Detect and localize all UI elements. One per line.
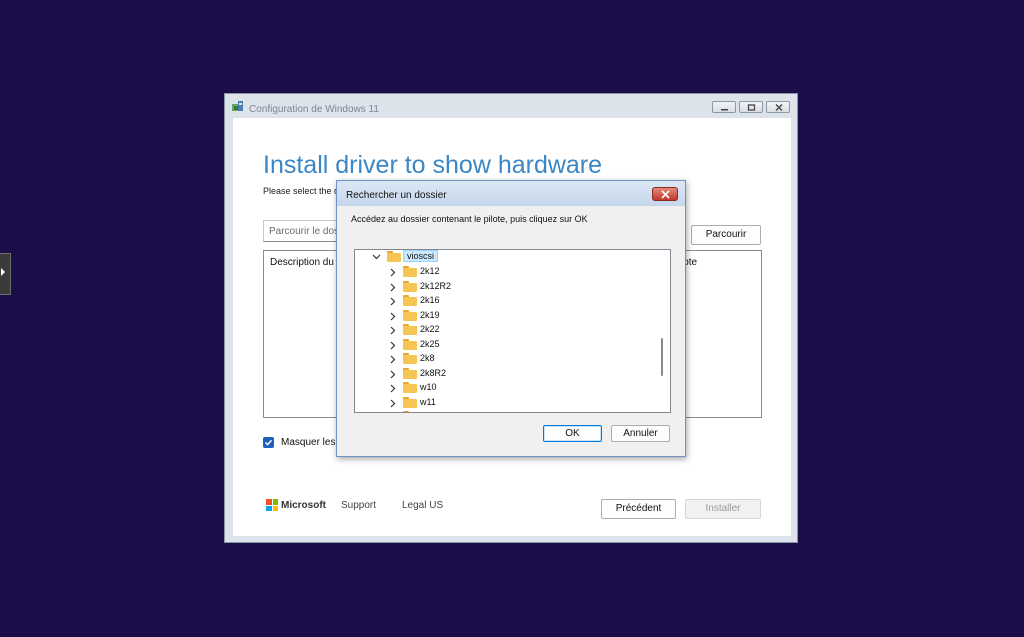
chevron-right-icon	[390, 355, 396, 364]
dialog-close-button[interactable]	[652, 187, 678, 201]
tree-item-label: w11	[420, 397, 436, 407]
chevron-down-icon	[372, 254, 381, 260]
tree-scrollbar-thumb[interactable]	[661, 338, 663, 376]
folder-icon	[403, 368, 417, 379]
tree-item-label: 2k16	[420, 295, 440, 305]
support-link[interactable]: Support	[341, 500, 376, 511]
title-bar: Configuration de Windows 11	[225, 94, 797, 118]
tree-item-label: 2k25	[420, 339, 440, 349]
folder-icon	[403, 281, 417, 292]
checkmark-icon	[264, 439, 273, 446]
close-icon	[661, 190, 670, 199]
chevron-right-icon	[390, 268, 396, 277]
chevron-right-icon	[390, 283, 396, 292]
tree-item-label: 2k12R2	[420, 281, 452, 291]
folder-icon	[403, 353, 417, 364]
close-button[interactable]	[766, 101, 790, 113]
folder-icon	[403, 339, 417, 350]
folder-icon	[403, 411, 417, 412]
tree-item-label: 2k8R2	[420, 368, 447, 378]
dialog-title: Rechercher un dossier	[346, 190, 447, 201]
chevron-right-icon	[390, 326, 396, 335]
chevron-right-icon	[390, 297, 396, 306]
tree-item-label: 2k19	[420, 310, 440, 320]
folder-icon	[403, 382, 417, 393]
tree-item-label: 2k22	[420, 324, 440, 334]
dialog-title-bar: Rechercher un dossier	[337, 181, 685, 206]
maximize-button[interactable]	[739, 101, 763, 113]
tree-item-label: w10	[420, 382, 437, 392]
microsoft-brand: Microsoft	[281, 500, 326, 511]
folder-tree[interactable]: vioscsi 2k12 2k12R2 2k16 2k19 2k22 2k25 …	[354, 249, 671, 413]
folder-icon	[403, 324, 417, 335]
window-title: Configuration de Windows 11	[249, 104, 379, 115]
folder-icon	[387, 251, 401, 262]
minimize-button[interactable]	[712, 101, 736, 113]
hide-incompatible-checkbox[interactable]	[263, 437, 274, 448]
folder-icon	[403, 266, 417, 277]
chevron-right-icon	[390, 384, 396, 393]
legal-link[interactable]: Legal US	[402, 500, 443, 511]
description-column-header: Description du p	[270, 257, 343, 268]
tree-item-label: vioscsi	[403, 250, 439, 262]
browse-folder-dialog: Rechercher un dossier Accédez au dossier…	[336, 180, 686, 457]
setup-icon	[232, 101, 243, 111]
dialog-instruction: Accédez au dossier contenant le pilote, …	[351, 214, 588, 224]
side-panel-tab[interactable]	[0, 253, 11, 295]
maximize-icon	[747, 104, 756, 111]
driver-path-placeholder: Parcourir le doss	[269, 226, 345, 237]
dialog-cancel-button[interactable]: Annuler	[611, 425, 670, 442]
folder-icon	[403, 295, 417, 306]
expand-arrow-icon	[1, 268, 5, 276]
dialog-ok-button[interactable]: OK	[543, 425, 602, 442]
page-subtitle: Please select the d	[263, 186, 340, 196]
browse-button[interactable]: Parcourir	[691, 225, 761, 245]
page-title: Install driver to show hardware	[263, 151, 603, 179]
hide-incompatible-label: Masquer les p	[281, 437, 344, 448]
folder-icon	[403, 397, 417, 408]
microsoft-logo-icon	[266, 499, 278, 511]
chevron-right-icon	[390, 399, 396, 408]
folder-icon	[403, 310, 417, 321]
tree-item-label: 2k12	[420, 266, 440, 276]
chevron-right-icon	[390, 312, 396, 321]
back-button[interactable]: Précédent	[601, 499, 676, 519]
install-button[interactable]: Installer	[685, 499, 761, 519]
chevron-right-icon	[390, 341, 396, 350]
tree-item-label: 2k8	[420, 353, 435, 363]
minimize-icon	[721, 109, 728, 111]
chevron-right-icon	[390, 370, 396, 379]
close-icon	[775, 104, 783, 111]
